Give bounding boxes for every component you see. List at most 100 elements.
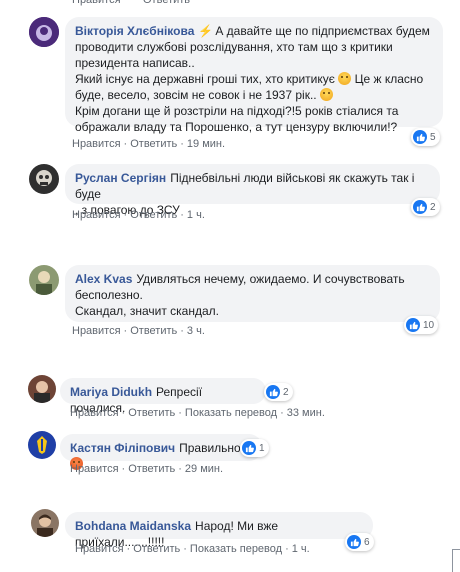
- separator: ·: [180, 138, 184, 150]
- reaction-number: 2: [430, 201, 436, 213]
- avatar-image: [29, 265, 59, 295]
- comment-author[interactable]: Вікторія Хлєбнікова: [75, 24, 194, 38]
- separator: ·: [180, 209, 184, 221]
- comment-text: Крім догани ще й розстріли на підході?!5…: [75, 104, 399, 118]
- comment-bubble: Кастян Філіпович Правильно: [60, 434, 262, 470]
- comment-text: Удивляться нечему, ожидаемо. И сочувство…: [136, 272, 405, 286]
- comment-actions: Нравится · Ответить · 29 мин.: [70, 463, 223, 475]
- comment-author[interactable]: Bohdana Maidanska: [75, 519, 191, 533]
- frowning-emoji-icon: [319, 88, 333, 101]
- reply-link[interactable]: Ответить: [130, 325, 177, 337]
- separator: ·: [123, 138, 128, 150]
- comment-actions: Нравится · Ответить · Показать перевод · 33 ми…: [70, 407, 325, 419]
- comment-author[interactable]: Руслан Сергіян: [75, 171, 166, 185]
- avatar-image: [29, 164, 59, 194]
- avatar-image: [28, 375, 56, 403]
- comment-time[interactable]: 19 мин.: [187, 138, 225, 150]
- translate-link[interactable]: Показать перевод: [185, 407, 277, 419]
- comment-time[interactable]: 29 мин.: [185, 463, 223, 475]
- avatar-image: [31, 509, 59, 537]
- comment-actions: Нравится · Ответить · 3 ч.: [72, 325, 205, 337]
- avatar[interactable]: [29, 17, 59, 47]
- comment-time[interactable]: 1 ч.: [187, 209, 205, 221]
- comment-bubble: Руслан Сергіян Піднебвільні люди військов…: [65, 164, 440, 217]
- separator: ·: [178, 463, 182, 475]
- separator: ·: [123, 325, 128, 337]
- comment-bubble: Mariya Didukh Репресії почалися.: [60, 378, 266, 415]
- reaction-number: 2: [283, 386, 289, 398]
- separator: ·: [285, 543, 289, 555]
- translate-link[interactable]: Показать перевод: [190, 543, 282, 555]
- comment-text: президента написав..: [75, 56, 195, 70]
- comment-text: А давайте ще по підприємствах будем: [215, 24, 430, 38]
- separator: ·: [280, 407, 284, 419]
- comment-author[interactable]: Кастян Філіпович: [70, 441, 175, 455]
- reply-link[interactable]: Ответить: [130, 209, 177, 221]
- comment-actions: Нравится · Ответить · 1 ч.: [72, 209, 205, 221]
- separator: ·: [178, 407, 182, 419]
- like-icon: [242, 441, 256, 455]
- reply-link[interactable]: Ответить: [133, 543, 180, 555]
- comment-actions: Нравится · Ответить · Показать перевод · 1 ч.: [75, 543, 310, 555]
- comment-text: проводити службові розслідування, хто та…: [75, 40, 393, 54]
- reaction-count[interactable]: 2: [264, 383, 293, 401]
- reaction-number: 10: [423, 319, 435, 331]
- comment-time[interactable]: 33 мин.: [287, 407, 325, 419]
- avatar[interactable]: [28, 431, 56, 459]
- comment-text: бесполезно.: [75, 288, 143, 302]
- avatar-image: [29, 17, 59, 47]
- reaction-number: 1: [259, 442, 265, 454]
- reply-link[interactable]: Ответить: [143, 0, 190, 6]
- like-icon: [406, 318, 420, 332]
- lightning-icon: ⚡: [198, 24, 214, 38]
- avatar-image: [28, 431, 56, 459]
- separator: ·: [183, 543, 187, 555]
- reaction-count[interactable]: 2: [411, 198, 440, 216]
- like-link[interactable]: Нравится: [72, 325, 121, 337]
- disappointed-emoji-icon: [338, 72, 352, 85]
- avatar[interactable]: [28, 375, 56, 403]
- separator: ·: [123, 209, 128, 221]
- separator: ·: [121, 463, 126, 475]
- comment-text: Який існує на державні гроші тих, хто кр…: [75, 72, 335, 86]
- reply-link[interactable]: Ответить: [128, 407, 175, 419]
- separator: ·: [126, 543, 131, 555]
- like-icon: [266, 385, 280, 399]
- like-link[interactable]: Нравится: [70, 463, 119, 475]
- comment-text: Правильно: [179, 441, 241, 455]
- like-link[interactable]: Нравится: [72, 0, 121, 6]
- like-icon: [413, 200, 427, 214]
- comment-text: ображали владу та Порошенко, а тут цензу…: [75, 120, 398, 134]
- comment-time[interactable]: 1 ч.: [292, 543, 310, 555]
- reaction-count[interactable]: 6: [345, 533, 374, 551]
- like-link[interactable]: Нравится: [75, 543, 124, 555]
- reaction-number: 6: [364, 536, 370, 548]
- comment-bubble: Bohdana Maidanska Народ! Ми вже приїхали.…: [65, 512, 373, 549]
- reaction-count[interactable]: 5: [411, 128, 440, 146]
- comment-text: Це ж класно: [354, 72, 424, 86]
- avatar[interactable]: [29, 164, 59, 194]
- reply-link[interactable]: Ответить: [128, 463, 175, 475]
- comment-actions: Нравится · Ответить · 19 мин.: [72, 138, 225, 150]
- reaction-count[interactable]: 10: [404, 316, 439, 334]
- separator: ·: [121, 407, 126, 419]
- comment-author[interactable]: Alex Kvas: [75, 272, 132, 286]
- like-link[interactable]: Нравится: [72, 209, 121, 221]
- separator: ·: [180, 325, 184, 337]
- comment-time[interactable]: 3 ч.: [187, 325, 205, 337]
- previous-comment-actions: Нравится Ответить: [0, 0, 460, 8]
- like-link[interactable]: Нравится: [70, 407, 119, 419]
- comment-text: Скандал, значит скандал.: [75, 304, 219, 318]
- reply-link[interactable]: Ответить: [130, 138, 177, 150]
- comment-text: буде, весело, зовсім не совок і не 1937 …: [75, 88, 317, 102]
- like-icon: [413, 130, 427, 144]
- comment-author[interactable]: Mariya Didukh: [70, 385, 152, 399]
- comment-bubble: Вікторія Хлєбнікова ⚡ А давайте ще по підп…: [65, 17, 443, 134]
- like-link[interactable]: Нравится: [72, 138, 121, 150]
- like-icon: [347, 535, 361, 549]
- comment-bubble: Alex Kvas Удивляться нечему, ожидаемо. И …: [65, 265, 440, 322]
- avatar[interactable]: [31, 509, 59, 537]
- reaction-number: 5: [430, 131, 436, 143]
- reaction-count[interactable]: 1: [240, 439, 269, 457]
- avatar[interactable]: [29, 265, 59, 295]
